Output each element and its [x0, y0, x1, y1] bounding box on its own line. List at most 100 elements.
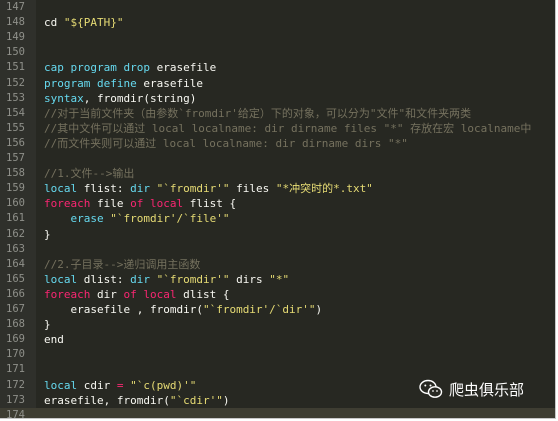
code-token: "`c(pwd)'" [130, 378, 197, 392]
line-number: 166 [6, 287, 25, 300]
code-token: //其中文件可以通过 local localname: dir dirname … [44, 121, 532, 135]
line-number: 151 [6, 61, 25, 74]
code-line[interactable]: 169 end [0, 332, 555, 347]
code-token: } [44, 318, 51, 332]
code-token: dir [130, 272, 150, 286]
code-line[interactable]: 153 syntax, fromdir(string) [0, 91, 555, 106]
code-line[interactable]: 152 program define erasefile [0, 76, 555, 91]
code-line[interactable]: 155 //其中文件可以通过 local localname: dir dirna… [0, 121, 555, 136]
code-line[interactable]: 163 [0, 242, 555, 257]
code-token: "*" [269, 272, 290, 286]
line-number: 161 [6, 212, 25, 225]
code-line[interactable]: 159 local flist: dir "`fromdir'" files "*… [0, 181, 555, 196]
code-line[interactable]: 160 foreach file of local flist { [0, 196, 555, 211]
code-line[interactable]: 167 erasefile , fromdir("`fromdir'/`dir'… [0, 302, 555, 317]
line-number: 165 [6, 272, 25, 285]
line-number: 150 [6, 46, 25, 59]
line-number: 171 [6, 363, 25, 376]
line-number: 172 [6, 378, 25, 391]
code-line[interactable]: 151 cap program drop erasefile [0, 60, 555, 75]
code-text: //2.子目录-->递归调用主函数 [44, 257, 200, 272]
line-number: 156 [6, 136, 25, 149]
line-number: 160 [6, 197, 25, 210]
code-token: "`fromdir'" [156, 182, 230, 196]
code-token: , fromdir(string) [83, 91, 197, 105]
code-line[interactable]: 157 [0, 151, 555, 166]
code-line[interactable]: 166 foreach dir of local dlist { [0, 287, 555, 302]
code-line[interactable]: 147 [0, 0, 555, 15]
line-number: 169 [6, 333, 25, 346]
code-token: erasefile, fromdir( [44, 393, 170, 407]
code-token: foreach [44, 287, 91, 301]
code-line[interactable]: 168} [0, 317, 555, 332]
code-token: ) [222, 393, 230, 407]
code-text: erase "`fromdir'/`file'" [44, 211, 230, 226]
code-text: erasefile , fromdir("`fromdir'/`dir'") [44, 302, 322, 317]
code-line[interactable]: 150 [0, 45, 555, 60]
code-line[interactable]: 174 [0, 407, 555, 419]
line-number: 174 [6, 408, 25, 419]
code-token: "`fromdir'" [156, 272, 230, 286]
line-number: 157 [6, 152, 25, 164]
line-number: 162 [6, 227, 25, 240]
code-text: end [44, 332, 64, 347]
code-line[interactable]: 164 //2.子目录-->递归调用主函数 [0, 257, 555, 272]
code-token: "`cdir'" [169, 393, 223, 407]
code-token: of local [123, 287, 177, 301]
line-number: 173 [6, 393, 25, 406]
code-line[interactable]: 165 local dlist: dir "`fromdir'" dirs "*" [0, 272, 555, 287]
code-token: cd [44, 16, 64, 30]
code-text: } [44, 227, 51, 242]
line-number: 152 [6, 76, 25, 89]
code-token: "${PATH}" [63, 16, 124, 30]
code-token: dlist { [176, 287, 230, 301]
code-token: flist { [183, 197, 237, 211]
code-token: } [44, 227, 51, 241]
code-line[interactable]: 156 //而文件夹则可以通过 local localname: dir dirn… [0, 136, 555, 151]
code-token: //1.文件-->输出 [44, 167, 135, 181]
code-token: program define [44, 76, 137, 90]
code-token: of local [130, 197, 184, 211]
code-text: //其中文件可以通过 local localname: dir dirname … [44, 121, 531, 136]
code-text: foreach file of local flist { [44, 196, 236, 211]
code-line[interactable]: 148 cd "${PATH}" [0, 15, 555, 30]
code-text: cap program drop erasefile [44, 60, 216, 75]
code-token: erasefile [149, 61, 217, 75]
code-text: cd "${PATH}" [44, 15, 123, 30]
code-line[interactable]: 149 [0, 30, 555, 45]
code-token: //对于当前文件夹（由参数`fromdir'给定）下的对象，可以分为"文件"和文… [44, 106, 472, 120]
code-token: ) [315, 303, 323, 316]
code-line[interactable]: 161 erase "`fromdir'/`file'" [0, 211, 555, 226]
code-token: dir [130, 182, 150, 196]
line-number: 149 [6, 31, 25, 44]
code-token: end [44, 333, 64, 347]
code-token: erase [70, 212, 104, 226]
code-text: program define erasefile [44, 76, 203, 91]
code-token: foreach [44, 197, 91, 211]
code-token: erasefile [136, 76, 203, 90]
code-text: //对于当前文件夹（由参数`fromdir'给定）下的对象，可以分为"文件"和文… [44, 106, 471, 121]
line-number: 148 [6, 16, 25, 29]
code-token: local [44, 272, 78, 286]
code-token: dirs [229, 272, 270, 286]
code-line[interactable]: 154 //对于当前文件夹（由参数`fromdir'给定）下的对象，可以分为"文件… [0, 106, 555, 121]
code-token: erasefile , fromdir( [44, 303, 203, 316]
code-text: //而文件夹则可以通过 local localname: dir dirname… [44, 136, 408, 151]
code-line[interactable]: 158 //1.文件-->输出 [0, 166, 555, 181]
code-token: = [116, 378, 124, 392]
code-line[interactable]: 162} [0, 227, 555, 242]
code-text: //1.文件-->输出 [44, 166, 134, 181]
line-number: 163 [6, 242, 25, 255]
line-number: 154 [6, 106, 25, 119]
line-number: 164 [6, 257, 25, 270]
code-text: local flist: dir "`fromdir'" files "*冲突时… [44, 181, 373, 196]
code-editor[interactable]: 147 148 cd "${PATH}" 149 150 151 cap program d… [0, 0, 556, 419]
code-line[interactable]: 170 [0, 347, 555, 362]
code-token: local [44, 182, 78, 196]
code-token: file [90, 197, 131, 211]
line-number: 153 [6, 91, 25, 104]
code-line[interactable]: 171 [0, 362, 555, 377]
code-token: cdir [77, 378, 117, 392]
